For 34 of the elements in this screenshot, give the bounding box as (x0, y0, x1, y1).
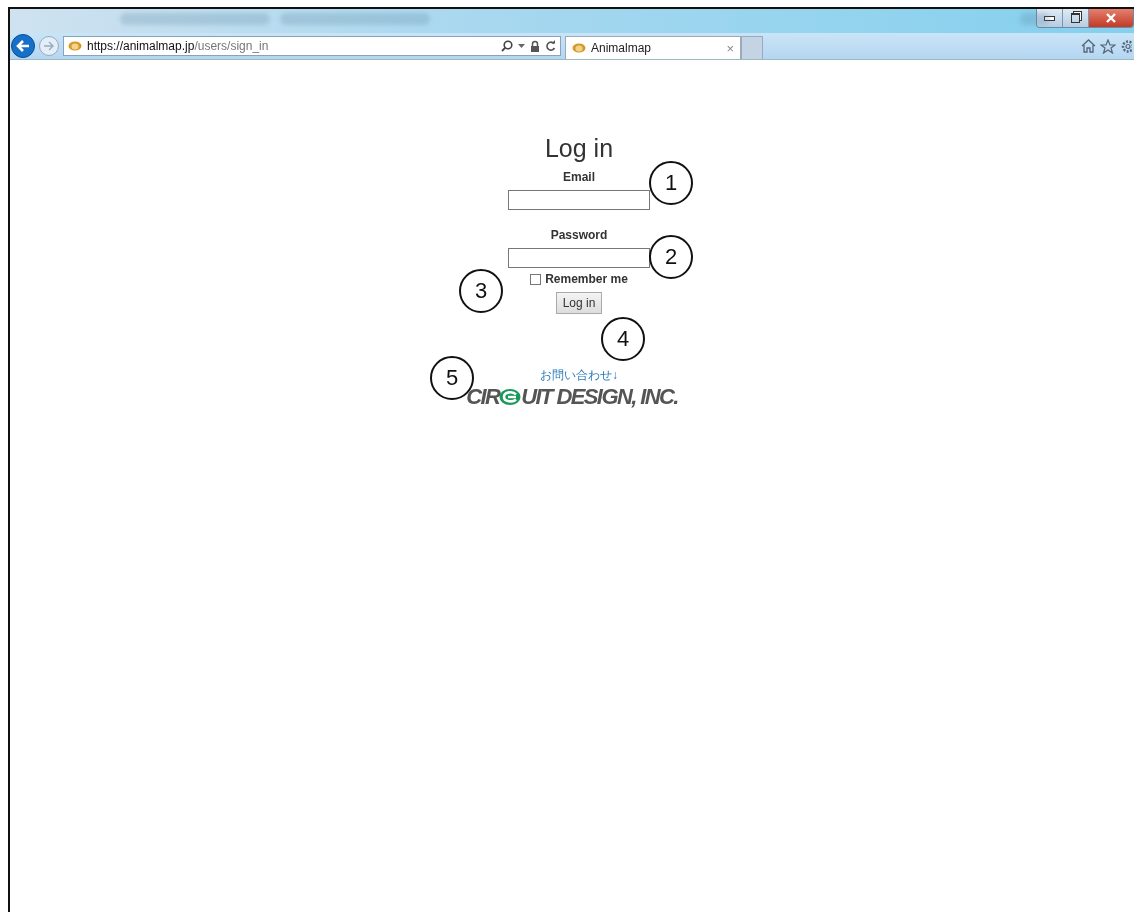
number-callout: 1 (649, 161, 693, 205)
close-icon (1106, 13, 1116, 23)
lock-icon (530, 40, 540, 52)
search-icon[interactable] (501, 40, 513, 52)
home-icon[interactable] (1081, 39, 1096, 53)
field-label: Email (563, 170, 595, 184)
number-callout: 4 (601, 317, 645, 361)
browser-tab[interactable]: Animalmap × (565, 36, 741, 59)
checkbox[interactable] (530, 273, 542, 285)
close-button[interactable] (1089, 9, 1133, 27)
settings-icon[interactable] (1120, 38, 1132, 54)
tab-close-button[interactable]: × (726, 40, 734, 56)
arrow-left-icon (15, 38, 31, 54)
tab-title: Animalmap (591, 41, 652, 55)
restore-button[interactable] (1063, 9, 1089, 27)
contact-link[interactable]: お問い合わせ↓ (540, 367, 618, 384)
number-callout: 3 (459, 269, 503, 313)
address-bar[interactable]: https://animalmap.jp/users/sign_in (63, 36, 561, 56)
monkey-icon (68, 41, 82, 51)
back-button[interactable] (11, 34, 35, 58)
minimize-button[interactable] (1037, 9, 1063, 27)
page-title: Log in (544, 134, 614, 162)
caret-icon[interactable] (518, 44, 525, 48)
url-text: https://animalmap.jp/users/sign_in (87, 39, 269, 53)
login-button[interactable]: Log in (555, 292, 603, 314)
checkbox-label: Remember me (545, 272, 628, 286)
input-field[interactable] (508, 190, 650, 210)
monkey-icon (572, 43, 586, 53)
input-field[interactable] (508, 248, 650, 268)
refresh-icon[interactable] (545, 40, 556, 52)
arrow-right-icon (43, 40, 55, 52)
star-icon[interactable] (1100, 38, 1116, 54)
field-label: Password (550, 228, 608, 242)
number-callout: 2 (649, 235, 693, 279)
